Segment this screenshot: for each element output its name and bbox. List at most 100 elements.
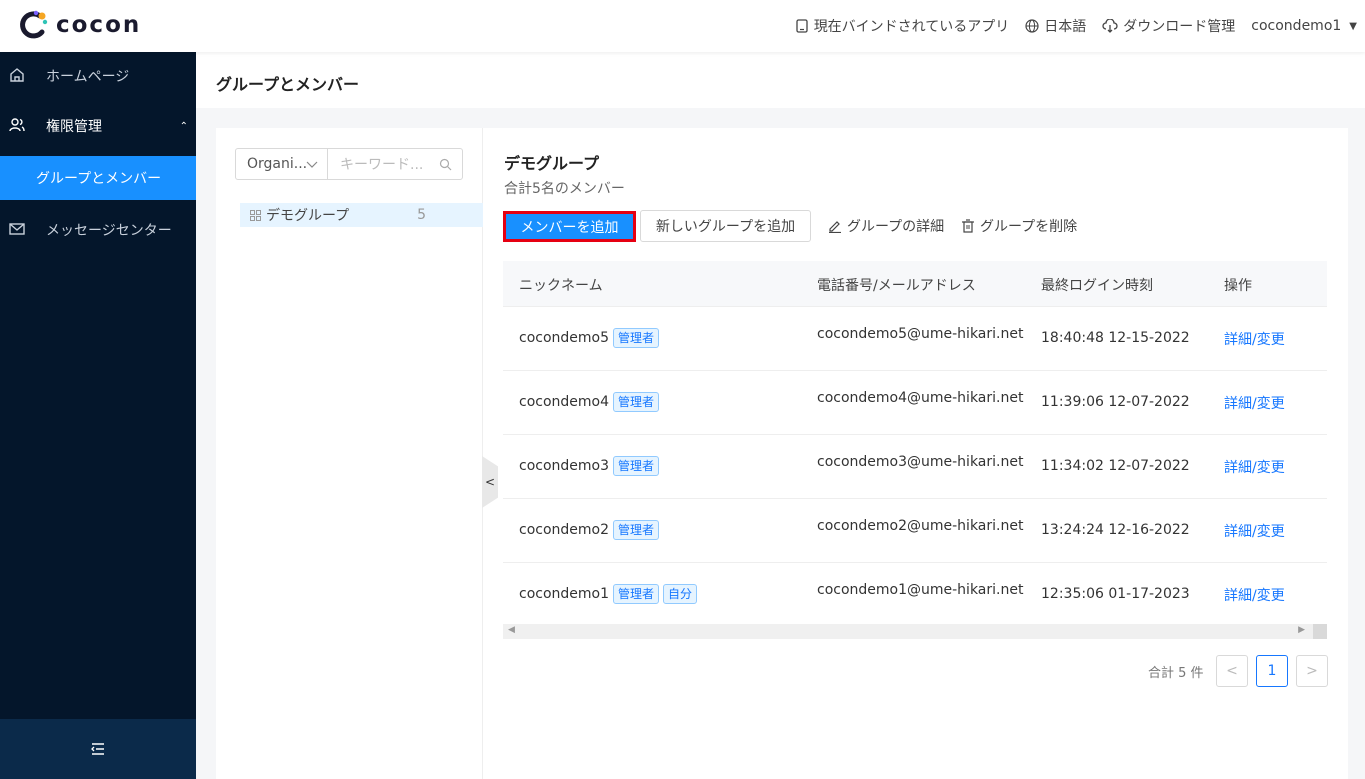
menu-fold-icon: [91, 743, 104, 755]
group-member-count: 合計5名のメンバー: [504, 181, 625, 197]
table-row: cocondemo4 管理者 cocondemo4@ume-hikari.net 11…: [503, 371, 1327, 435]
collapse-sidebar-button[interactable]: [0, 719, 196, 779]
sidebar-item-home[interactable]: ホームページ: [0, 52, 196, 100]
role-badge: 管理者: [613, 520, 660, 540]
keyword-placeholder: キーワード...: [340, 157, 424, 173]
page-title: グループとメンバー: [216, 75, 360, 94]
member-nickname: cocondemo3: [519, 458, 610, 474]
add-group-button[interactable]: 新しいグループを追加: [640, 210, 811, 242]
column-header-last-login[interactable]: 最終ログイン時刻: [1041, 275, 1153, 295]
member-last-login: 11:34:02 12-07-2022: [1041, 458, 1190, 474]
column-header-contact[interactable]: 電話番号/メールアドレス: [817, 275, 976, 295]
username: cocondemo1: [1251, 18, 1342, 34]
scrollbar-thumb[interactable]: [1313, 624, 1327, 639]
member-nickname-cell: cocondemo2 管理者: [519, 520, 660, 540]
chevron-left-icon: <: [1226, 663, 1238, 679]
member-last-login: 11:39:06 12-07-2022: [1041, 394, 1190, 410]
sidebar-item-label: ホームページ: [46, 69, 130, 85]
role-badge: 管理者: [613, 456, 660, 476]
role-badge: 自分: [663, 584, 698, 604]
scroll-right-icon[interactable]: ▶: [1298, 625, 1305, 635]
sidebar-item-groups-members[interactable]: グループとメンバー: [0, 156, 196, 200]
table-row: cocondemo3 管理者 cocondemo3@ume-hikari.net 11…: [503, 435, 1327, 499]
bound-apps-label: 現在バインドされているアプリ: [813, 19, 1010, 35]
page-button-current[interactable]: 1: [1256, 655, 1288, 687]
member-nickname: cocondemo2: [519, 522, 610, 538]
brand-name: cocon: [56, 12, 142, 38]
role-badge: 管理者: [613, 584, 660, 604]
cloud-download-icon: [1102, 19, 1118, 33]
chevron-right-icon: >: [1306, 663, 1318, 679]
users-icon: [9, 118, 25, 132]
pagination-total: 合計 5 件: [1148, 665, 1204, 681]
logo[interactable]: cocon: [18, 10, 141, 40]
grid-icon: [250, 209, 261, 221]
download-manager-link[interactable]: ダウンロード管理: [1102, 16, 1235, 36]
column-header-actions[interactable]: 操作: [1224, 275, 1252, 295]
tablet-icon: [796, 19, 808, 33]
sidebar-item-permissions[interactable]: 権限管理 ⌃: [0, 102, 196, 150]
member-last-login: 18:40:48 12-15-2022: [1041, 330, 1190, 346]
mail-icon: [9, 223, 25, 235]
globe-icon: [1025, 19, 1039, 33]
member-nickname-cell: cocondemo5 管理者: [519, 328, 660, 348]
member-nickname: cocondemo1: [519, 586, 610, 602]
chevron-left-icon: <: [484, 475, 496, 489]
prev-page-button[interactable]: <: [1216, 655, 1248, 687]
language-label: 日本語: [1044, 19, 1087, 35]
keyword-search-input[interactable]: キーワード...: [327, 148, 463, 180]
next-page-button[interactable]: >: [1296, 655, 1328, 687]
collapse-tree-button[interactable]: <: [482, 456, 498, 508]
member-nickname-cell: cocondemo3 管理者: [519, 456, 660, 476]
chevron-up-icon: ⌃: [179, 120, 188, 132]
member-detail-edit-link[interactable]: 詳細/変更: [1224, 329, 1285, 349]
member-detail-edit-link[interactable]: 詳細/変更: [1224, 393, 1285, 413]
language-switch[interactable]: 日本語: [1025, 16, 1086, 36]
member-nickname-cell: cocondemo4 管理者: [519, 392, 660, 412]
home-icon: [10, 68, 24, 82]
table-row: cocondemo2 管理者 cocondemo2@ume-hikari.net 13…: [503, 499, 1327, 563]
caret-down-icon: ▼: [1349, 20, 1357, 32]
member-nickname: cocondemo5: [519, 330, 610, 346]
member-contact: cocondemo1@ume-hikari.net: [817, 582, 1024, 598]
member-nickname: cocondemo4: [519, 394, 610, 410]
bound-apps-link[interactable]: 現在バインドされているアプリ: [795, 16, 1010, 36]
main-panel: Organi... キーワード... デモグループ 5 < デモグループ 合計5…: [216, 128, 1348, 779]
role-badge: 管理者: [613, 328, 660, 348]
edit-icon: [829, 221, 841, 233]
member-last-login: 13:24:24 12-16-2022: [1041, 522, 1190, 538]
tree-node-demo-group[interactable]: デモグループ 5: [240, 203, 483, 227]
group-tree-pane: Organi... キーワード... デモグループ 5: [216, 128, 483, 779]
member-detail-edit-link[interactable]: 詳細/変更: [1224, 585, 1285, 605]
search-icon[interactable]: [439, 158, 452, 171]
add-member-button[interactable]: メンバーを追加: [503, 211, 636, 242]
top-header: cocon 現在バインドされているアプリ 日本語 ダウンロード管理 cocond…: [0, 0, 1365, 52]
tree-node-count: 5: [417, 207, 426, 223]
download-manager-label: ダウンロード管理: [1123, 19, 1236, 35]
delete-group-label: グループを削除: [980, 219, 1078, 235]
chevron-down-icon: [306, 161, 318, 168]
group-title: デモグループ: [504, 154, 600, 173]
member-contact: cocondemo4@ume-hikari.net: [817, 390, 1024, 406]
table-row: cocondemo5 管理者 cocondemo5@ume-hikari.net 18…: [503, 307, 1327, 371]
sidebar: ホームページ 権限管理 ⌃ グループとメンバー メッセージセンター: [0, 52, 196, 779]
member-contact: cocondemo3@ume-hikari.net: [817, 454, 1024, 470]
horizontal-scrollbar[interactable]: ◀ ▶: [503, 624, 1327, 639]
sidebar-item-label: メッセージセンター: [46, 223, 172, 239]
sidebar-item-messages[interactable]: メッセージセンター: [0, 206, 196, 254]
page-header: グループとメンバー: [196, 52, 1365, 108]
role-badge: 管理者: [613, 392, 660, 412]
organization-select[interactable]: Organi...: [235, 148, 328, 180]
sidebar-item-label: 権限管理: [46, 119, 102, 135]
trash-icon: [962, 219, 974, 233]
member-detail-edit-link[interactable]: 詳細/変更: [1224, 457, 1285, 477]
group-details-label: グループの詳細: [847, 219, 945, 235]
scroll-left-icon[interactable]: ◀: [508, 625, 515, 635]
member-detail-edit-link[interactable]: 詳細/変更: [1224, 521, 1285, 541]
column-header-nickname[interactable]: ニックネーム: [519, 275, 603, 295]
group-details-button[interactable]: グループの詳細: [828, 210, 944, 242]
user-menu[interactable]: cocondemo1 ▼: [1251, 18, 1357, 34]
organization-select-value: Organi...: [247, 156, 308, 172]
delete-group-button[interactable]: グループを削除: [961, 210, 1077, 242]
tree-node-label: デモグループ: [266, 208, 350, 224]
